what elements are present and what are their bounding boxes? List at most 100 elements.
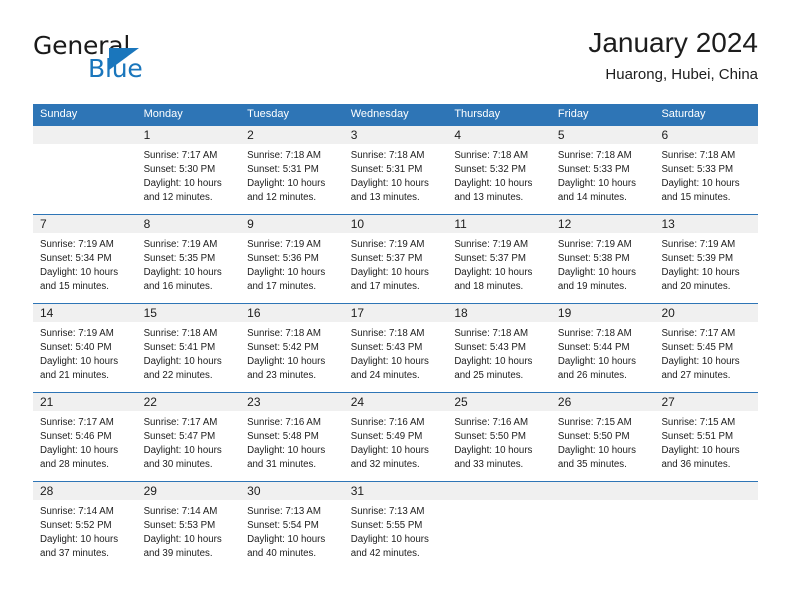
calendar-day-cell[interactable]: 8 Sunrise: 7:19 AM Sunset: 5:35 PM Daylight… [136,215,241,303]
calendar-day-cell[interactable]: 5 Sunrise: 7:18 AM Sunset: 5:33 PM Daylight… [550,126,655,214]
day-detail-line: and 13 minutes. [454,192,524,203]
day-number-band: 5 [550,126,655,144]
day-number: 21 [40,395,54,409]
day-detail-line: Daylight: 10 hours [247,178,326,189]
page-header: General Blue January 2024 Huarong, Hubei… [33,26,758,98]
day-detail-line: Sunset: 5:31 PM [350,164,423,175]
day-detail-block: Sunrise: 7:18 AM Sunset: 5:32 PM Daylight:… [447,144,551,205]
day-detail-line: and 24 minutes. [350,370,420,381]
calendar-day-cell[interactable]: 26 Sunrise: 7:15 AM Sunset: 5:50 PM Dayligh… [550,393,655,481]
day-detail-line: Sunrise: 7:18 AM [247,328,321,339]
day-detail-block: Sunrise: 7:19 AM Sunset: 5:36 PM Daylight:… [240,233,344,294]
day-detail-block: Sunrise: 7:18 AM Sunset: 5:43 PM Daylight:… [344,322,448,383]
day-detail-line: Sunset: 5:34 PM [40,253,112,264]
day-detail-line: Daylight: 10 hours [350,356,429,367]
day-detail-line: Sunrise: 7:18 AM [557,328,632,339]
day-detail-line: Daylight: 10 hours [454,178,533,189]
calendar-day-cell[interactable]: 3 Sunrise: 7:18 AM Sunset: 5:31 PM Daylight… [343,126,448,214]
day-detail-line: Sunrise: 7:17 AM [40,417,114,428]
day-detail-line: Sunrise: 7:14 AM [143,506,218,517]
day-number-band: 20 [654,304,759,322]
calendar-day-cell[interactable]: 27 Sunrise: 7:15 AM Sunset: 5:51 PM Dayligh… [654,393,759,481]
day-detail-line: Sunset: 5:49 PM [350,431,423,442]
calendar-day-cell[interactable]: 31 Sunrise: 7:13 AM Sunset: 5:55 PM Dayligh… [343,482,448,570]
calendar-day-cell[interactable]: 6 Sunrise: 7:18 AM Sunset: 5:33 PM Daylight… [654,126,759,214]
day-detail-line: Sunrise: 7:19 AM [454,239,529,250]
day-number: 27 [661,395,675,409]
calendar-day-cell[interactable]: 12 Sunrise: 7:19 AM Sunset: 5:38 PM Dayligh… [550,215,655,303]
day-detail-line: Daylight: 10 hours [350,267,429,278]
day-detail-line: Sunrise: 7:17 AM [143,417,218,428]
day-detail-line: Daylight: 10 hours [661,267,740,278]
day-detail-line: Daylight: 10 hours [557,267,636,278]
day-detail-line: Sunrise: 7:19 AM [557,239,632,250]
day-number: 9 [247,217,254,231]
calendar-day-cell[interactable]: 28 Sunrise: 7:14 AM Sunset: 5:52 PM Dayligh… [33,482,137,570]
calendar-day-cell[interactable]: 21 Sunrise: 7:17 AM Sunset: 5:46 PM Dayligh… [33,393,137,481]
calendar-day-cell[interactable]: 29 Sunrise: 7:14 AM Sunset: 5:53 PM Dayligh… [136,482,241,570]
calendar-day-cell[interactable]: 2 Sunrise: 7:18 AM Sunset: 5:31 PM Daylight… [240,126,344,214]
day-detail-block: Sunrise: 7:14 AM Sunset: 5:52 PM Daylight:… [33,500,137,561]
day-number: 1 [143,128,151,142]
calendar-day-cell[interactable]: 9 Sunrise: 7:19 AM Sunset: 5:36 PM Daylight… [240,215,344,303]
day-detail-block: Sunrise: 7:17 AM Sunset: 5:45 PM Daylight:… [654,322,758,383]
day-detail-line: and 40 minutes. [247,548,317,559]
day-detail-block [33,144,137,149]
calendar-day-cell[interactable]: 17 Sunrise: 7:18 AM Sunset: 5:43 PM Dayligh… [343,304,448,392]
day-number: 5 [557,128,565,142]
day-detail-line: Daylight: 10 hours [247,445,326,456]
day-detail-block: Sunrise: 7:18 AM Sunset: 5:31 PM Daylight:… [344,144,448,205]
day-detail-line: Daylight: 10 hours [557,178,636,189]
calendar-day-cell[interactable]: 24 Sunrise: 7:16 AM Sunset: 5:49 PM Dayligh… [343,393,448,481]
calendar-day-cell[interactable]: 30 Sunrise: 7:13 AM Sunset: 5:54 PM Dayligh… [240,482,344,570]
day-detail-line: Sunset: 5:45 PM [661,342,734,353]
calendar-day-cell[interactable]: 23 Sunrise: 7:16 AM Sunset: 5:48 PM Dayligh… [240,393,344,481]
day-detail-line: Sunrise: 7:13 AM [350,506,425,517]
calendar-day-cell[interactable]: 4 Sunrise: 7:18 AM Sunset: 5:32 PM Daylight… [447,126,551,214]
day-detail-line: Sunrise: 7:14 AM [40,506,114,517]
day-number: 4 [454,128,461,142]
location-subtitle: Huarong, Hubei, China [605,66,758,83]
day-number: 18 [454,306,468,320]
day-detail-line: Daylight: 10 hours [40,445,119,456]
day-detail-line: Sunrise: 7:16 AM [350,417,425,428]
calendar-day-cell[interactable]: 11 Sunrise: 7:19 AM Sunset: 5:37 PM Dayligh… [447,215,551,303]
day-number: 8 [143,217,151,231]
calendar-day-cell[interactable]: 22 Sunrise: 7:17 AM Sunset: 5:47 PM Dayligh… [136,393,241,481]
general-blue-logo: General Blue [33,32,233,94]
calendar-day-cell[interactable]: 25 Sunrise: 7:16 AM Sunset: 5:50 PM Dayligh… [447,393,551,481]
calendar-day-cell[interactable]: 15 Sunrise: 7:18 AM Sunset: 5:41 PM Dayligh… [136,304,241,392]
day-number-band [33,126,137,144]
calendar-day-cell[interactable]: 13 Sunrise: 7:19 AM Sunset: 5:39 PM Dayligh… [654,215,759,303]
day-detail-line: and 15 minutes. [661,192,731,203]
day-detail-block [447,500,551,505]
calendar-week-row: 14 Sunrise: 7:19 AM Sunset: 5:40 PM Dayligh… [33,303,759,392]
day-detail-line: Sunrise: 7:18 AM [661,150,736,161]
calendar-day-cell[interactable]: 14 Sunrise: 7:19 AM Sunset: 5:40 PM Dayligh… [33,304,137,392]
calendar-day-cell[interactable]: 1 Sunrise: 7:17 AM Sunset: 5:30 PM Daylight… [136,126,241,214]
calendar-day-cell[interactable]: 10 Sunrise: 7:19 AM Sunset: 5:37 PM Dayligh… [343,215,448,303]
day-number-band: 28 [33,482,137,500]
day-detail-line: Sunrise: 7:16 AM [454,417,529,428]
calendar-day-cell[interactable]: 18 Sunrise: 7:18 AM Sunset: 5:43 PM Dayligh… [447,304,551,392]
day-detail-line: Daylight: 10 hours [247,356,326,367]
day-detail-line: and 18 minutes. [454,281,524,292]
calendar-day-cell[interactable]: 7 Sunrise: 7:19 AM Sunset: 5:34 PM Daylight… [33,215,137,303]
day-detail-block [654,500,758,505]
day-detail-line: Sunrise: 7:18 AM [557,150,632,161]
day-detail-line: Sunset: 5:51 PM [661,431,734,442]
day-detail-line: Sunset: 5:30 PM [143,164,216,175]
calendar-day-cell[interactable]: 19 Sunrise: 7:18 AM Sunset: 5:44 PM Dayligh… [550,304,655,392]
calendar-day-cell[interactable]: 20 Sunrise: 7:17 AM Sunset: 5:45 PM Dayligh… [654,304,759,392]
day-detail-line: and 32 minutes. [350,459,420,470]
day-detail-line: Daylight: 10 hours [143,356,222,367]
calendar-day-cell[interactable]: 16 Sunrise: 7:18 AM Sunset: 5:42 PM Dayligh… [240,304,344,392]
day-detail-block: Sunrise: 7:19 AM Sunset: 5:35 PM Daylight:… [137,233,241,294]
day-detail-line: Daylight: 10 hours [40,534,119,545]
day-number: 31 [350,484,365,498]
day-number-band: 11 [447,215,551,233]
day-detail-block: Sunrise: 7:17 AM Sunset: 5:47 PM Daylight:… [137,411,241,472]
day-number-band: 6 [654,126,759,144]
day-detail-block: Sunrise: 7:13 AM Sunset: 5:54 PM Daylight:… [240,500,344,561]
day-detail-line: Sunset: 5:32 PM [454,164,526,175]
